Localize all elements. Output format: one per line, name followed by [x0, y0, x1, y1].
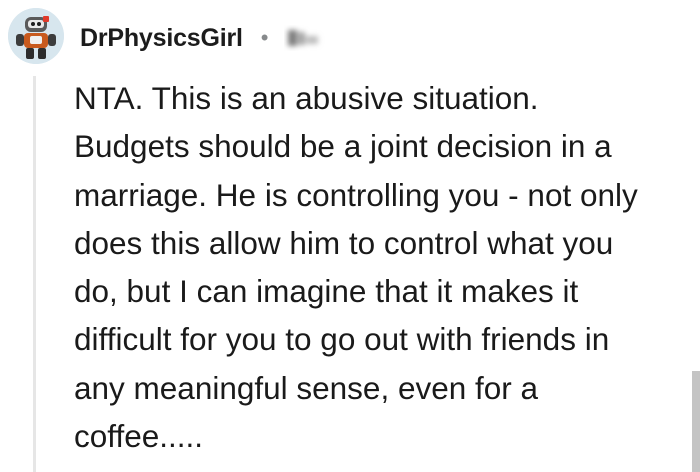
user-avatar[interactable] — [8, 8, 64, 64]
meta-separator: • — [260, 25, 269, 50]
comment-line: do, but I can imagine that it makes it — [74, 273, 579, 310]
comment-card: DrPhysicsGirl • NTA. This is an abusive … — [0, 0, 700, 472]
comment-line: NTA. This is an abusive situation. — [74, 80, 539, 116]
scrollbar-thumb[interactable] — [692, 371, 700, 472]
comment-line: Budgets should be a joint decision in a — [74, 128, 612, 165]
comment-body: NTA. This is an abusive situation. Budge… — [74, 74, 686, 460]
redacted-timestamp — [284, 25, 326, 51]
author-username[interactable]: DrPhysicsGirl — [80, 24, 243, 53]
blur-redaction-icon — [288, 30, 319, 46]
comment-line: coffee..... — [74, 418, 203, 455]
comment-line: marriage. He is controlling you - not on… — [74, 176, 638, 213]
thread-collapse-line[interactable] — [33, 76, 36, 472]
robot-avatar-icon — [8, 8, 64, 64]
comment-line: difficult for you to go out with friends… — [74, 321, 610, 358]
comment-header: DrPhysicsGirl • — [80, 18, 326, 58]
comment-line: does this allow him to control what you — [74, 224, 614, 261]
comment-line: any meaningful sense, even for a — [74, 369, 539, 406]
